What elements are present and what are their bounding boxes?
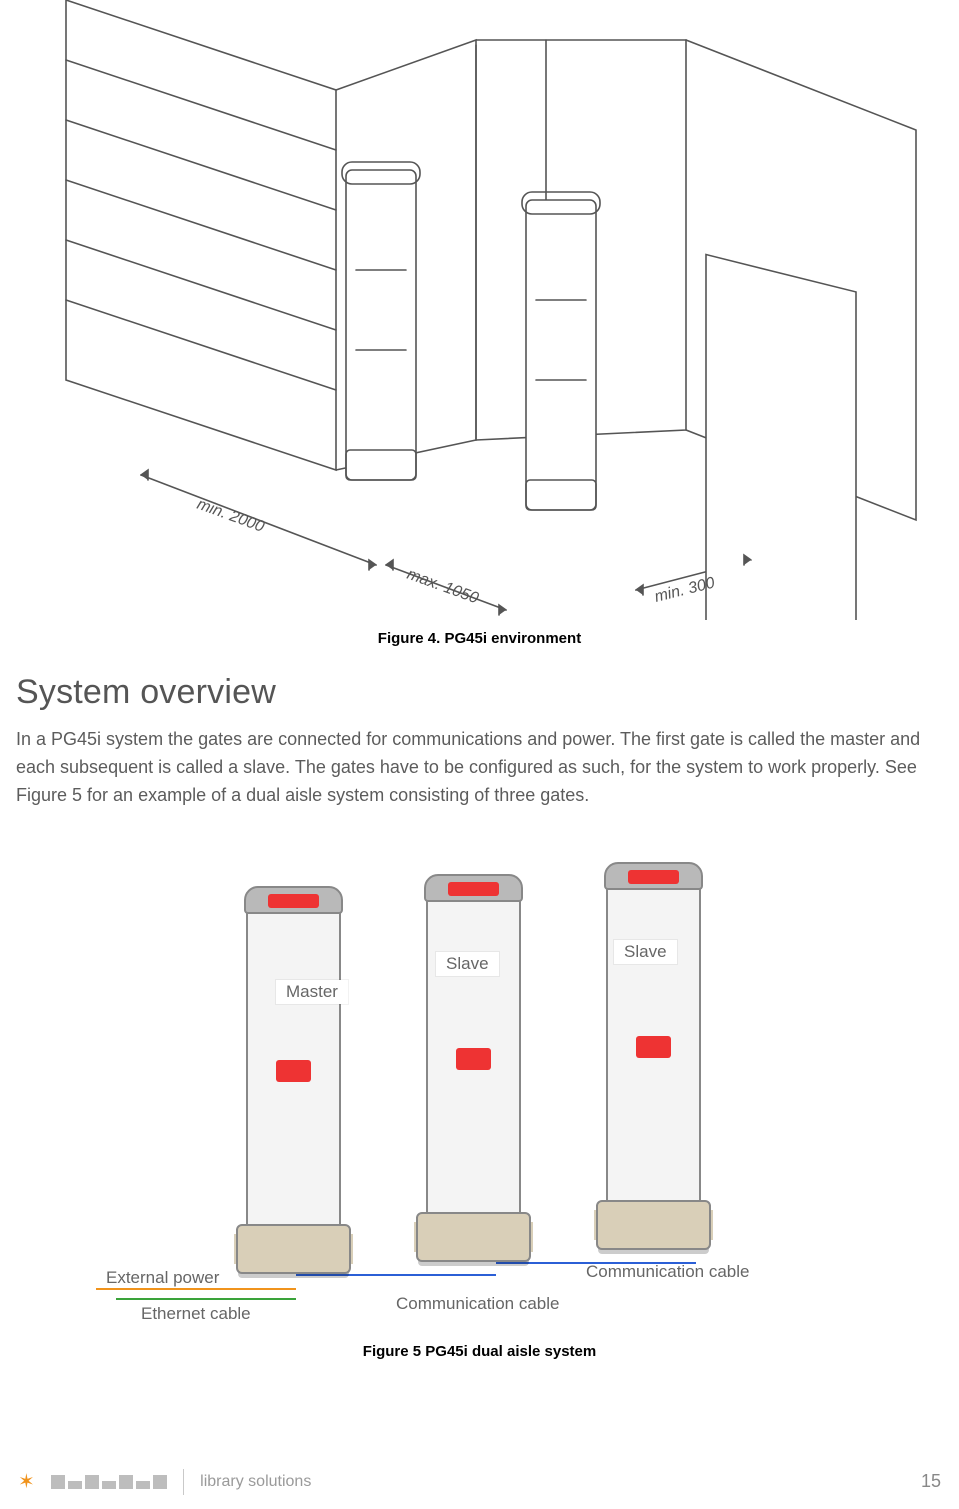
label-comm-cable-1: Communication cable [396, 1294, 559, 1314]
heading-system-overview: System overview [16, 673, 943, 712]
dim-min-2000: min. 2000 [195, 496, 267, 536]
figure-4-caption: Figure 4. PG45i environment [16, 630, 943, 647]
page-footer: ✶ library solutions 15 [0, 1453, 959, 1509]
footer-divider [183, 1469, 184, 1495]
cable-external-power [96, 1288, 296, 1290]
figure-5-canvas: Master Slave Slave External power Ethern… [16, 840, 943, 1360]
star-icon: ✶ [18, 1472, 35, 1492]
figure-5: Master Slave Slave External power Ethern… [16, 840, 943, 1360]
page-number: 15 [921, 1471, 941, 1492]
gate-slave-2 [606, 866, 701, 1246]
gate-master [246, 890, 341, 1270]
figure-4-svg: min. 2000 max. 1050 min. 300 [46, 0, 946, 620]
label-external-power: External power [106, 1268, 219, 1288]
label-ethernet-cable: Ethernet cable [141, 1304, 251, 1324]
gate-slave-2-label: Slave [614, 940, 677, 964]
gate-master-label: Master [276, 980, 348, 1004]
gate-slave-1 [426, 878, 521, 1258]
label-comm-cable-2: Communication cable [586, 1262, 749, 1282]
cable-ethernet [116, 1298, 296, 1300]
figure-4: min. 2000 max. 1050 min. 300 [16, 0, 943, 620]
system-overview-paragraph: In a PG45i system the gates are connecte… [16, 726, 943, 810]
footer-subtext: library solutions [200, 1473, 311, 1491]
figure-5-caption: Figure 5 PG45i dual aisle system [16, 1343, 943, 1360]
gate-slave-1-label: Slave [436, 952, 499, 976]
logo-blocks-icon [51, 1475, 167, 1489]
brand-logo: ✶ [18, 1472, 167, 1492]
page: min. 2000 max. 1050 min. 300 Figure 4. P… [0, 0, 959, 1509]
dim-max-1050: max. 1050 [405, 566, 481, 608]
cable-comm-1 [296, 1274, 496, 1276]
